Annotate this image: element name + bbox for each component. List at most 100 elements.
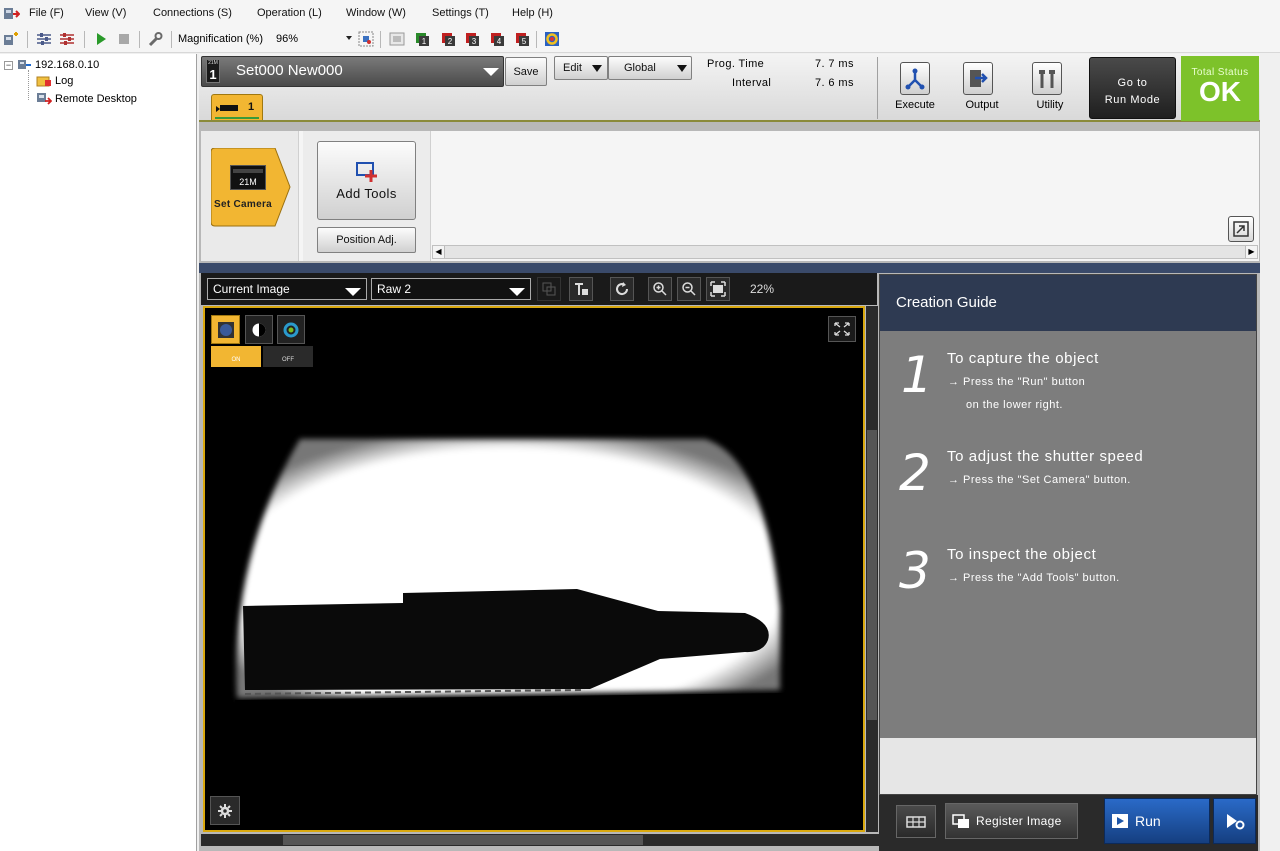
image-mode-normal[interactable] [211, 315, 240, 344]
add-tools-button[interactable]: Add Tools [317, 141, 416, 220]
chevron-down-icon [509, 288, 525, 296]
step-1-title: To capture the object [947, 350, 1099, 367]
position-adj-button[interactable]: Position Adj. [317, 227, 416, 253]
fit-to-window-icon[interactable] [706, 277, 730, 301]
menu-help[interactable]: Help (H) [512, 7, 553, 19]
run-label: Run [1135, 813, 1161, 829]
menu-settings[interactable]: Settings (T) [432, 7, 489, 19]
global-dropdown[interactable]: Global [608, 56, 692, 80]
scroll-left-icon[interactable]: ◀ [433, 246, 445, 258]
step-3-title: To inspect the object [947, 546, 1097, 563]
camera-tab[interactable]: 1 [211, 94, 263, 120]
wrench-icon[interactable] [147, 31, 163, 47]
fit-icon[interactable] [358, 31, 374, 47]
step-2-title: To adjust the shutter speed [947, 448, 1144, 465]
region-icon[interactable] [537, 277, 561, 301]
refresh-icon[interactable] [610, 277, 634, 301]
zoom-out-icon[interactable] [677, 277, 701, 301]
viewer-settings-button[interactable] [210, 796, 240, 825]
go-to-run-mode-button[interactable]: Go to Run Mode [1089, 57, 1176, 119]
layer-2-icon[interactable]: 2 [440, 31, 456, 47]
layout-button[interactable] [896, 805, 936, 838]
toolbar-separator [536, 31, 537, 48]
tree-log-label: Log [55, 74, 74, 87]
scroll-right-icon[interactable]: ▶ [1245, 246, 1257, 258]
camera-model: 21M [239, 177, 257, 187]
utility-button[interactable]: Utility [1020, 57, 1080, 119]
scroll-thumb[interactable] [283, 835, 643, 845]
run-settings-button[interactable] [1213, 798, 1256, 844]
menu-file[interactable]: File (F) [29, 7, 64, 19]
sliders-icon[interactable] [36, 31, 52, 47]
camera-frame-icon[interactable] [389, 31, 405, 47]
step-1-line1: → Press the "Run" button [948, 376, 1086, 388]
stop-icon[interactable] [116, 31, 132, 47]
register-image-label: Register Image [976, 814, 1062, 828]
output-icon [963, 62, 993, 95]
camera-icon-bar [233, 169, 263, 173]
device-icon [16, 58, 32, 71]
flow-scrollbar[interactable]: ◀ ▶ [432, 245, 1258, 259]
menu-view[interactable]: View (V) [85, 7, 126, 19]
register-image-button[interactable]: Register Image [945, 803, 1078, 839]
utility-icon [1032, 62, 1062, 95]
current-image-select[interactable]: Current Image [207, 278, 367, 300]
layer-1-icon[interactable]: 1 [414, 31, 430, 47]
lock-image-icon[interactable] [569, 277, 593, 301]
layer-5-icon[interactable]: 5 [514, 31, 530, 47]
menu-window[interactable]: Window (W) [346, 7, 406, 19]
app-icon [3, 6, 21, 21]
toolbar-separator [27, 31, 28, 48]
viewer-vertical-scrollbar[interactable] [866, 306, 878, 832]
add-tools-label: Add Tools [336, 185, 397, 201]
overlay-off-toggle[interactable]: OFF [263, 346, 313, 367]
color-ring-icon [283, 322, 299, 337]
menu-operation[interactable]: Operation (L) [257, 7, 322, 19]
set-camera-button[interactable]: 21M Set Camera [210, 147, 291, 227]
play-icon[interactable] [93, 31, 109, 47]
gear-icon [218, 803, 232, 818]
set-camera-label: Set Camera [214, 199, 273, 210]
step-3-number: 3 [899, 542, 931, 600]
prog-time-label: Prog. Time [707, 58, 765, 70]
creation-guide-title: Creation Guide [880, 275, 1256, 331]
save-button[interactable]: Save [505, 57, 547, 86]
global-label: Global [624, 62, 656, 74]
image-mode-color[interactable] [277, 315, 305, 344]
layer-3-icon[interactable]: 3 [464, 31, 480, 47]
expand-icon [1233, 221, 1249, 237]
tree-line [28, 70, 29, 100]
tree-item-log[interactable]: Log [36, 74, 73, 87]
zoom-in-icon[interactable] [648, 277, 672, 301]
layer-4-icon[interactable]: 4 [489, 31, 505, 47]
lens-icon [217, 321, 234, 338]
color-palette-icon[interactable] [544, 31, 560, 47]
play-small-icon [216, 106, 220, 112]
utility-label: Utility [1036, 99, 1064, 111]
execute-button[interactable]: Execute [885, 57, 945, 119]
connect-icon[interactable] [3, 31, 19, 47]
tree-item-remote-desktop[interactable]: Remote Desktop [36, 92, 137, 105]
scroll-thumb[interactable] [867, 430, 877, 720]
collapse-icon[interactable]: − [4, 61, 13, 70]
chevron-down-icon [483, 68, 499, 76]
output-button[interactable]: Output [952, 57, 1012, 119]
image-mode-contrast[interactable] [245, 315, 273, 344]
menu-connections[interactable]: Connections (S) [153, 7, 232, 19]
edit-dropdown[interactable]: Edit [554, 56, 608, 80]
viewer-horizontal-scrollbar[interactable] [201, 834, 879, 846]
toolbar-separator [139, 31, 140, 48]
fullscreen-button[interactable] [828, 316, 856, 342]
overlay-on-label: ON [231, 357, 241, 363]
run-settings-icon [1226, 814, 1244, 830]
magnification-select[interactable]: 96% [274, 30, 354, 48]
run-button[interactable]: Run [1104, 798, 1210, 844]
register-image-icon [952, 814, 969, 828]
raw-image-select[interactable]: Raw 2 [371, 278, 531, 300]
prog-time-value: 7. 7 ms [815, 58, 854, 70]
expand-flow-button[interactable] [1228, 216, 1254, 242]
overlay-on-toggle[interactable]: ON [211, 346, 261, 367]
step-1-number: 1 [901, 346, 933, 404]
camera-tab-icon [220, 105, 238, 111]
sliders-red-icon[interactable] [59, 31, 75, 47]
